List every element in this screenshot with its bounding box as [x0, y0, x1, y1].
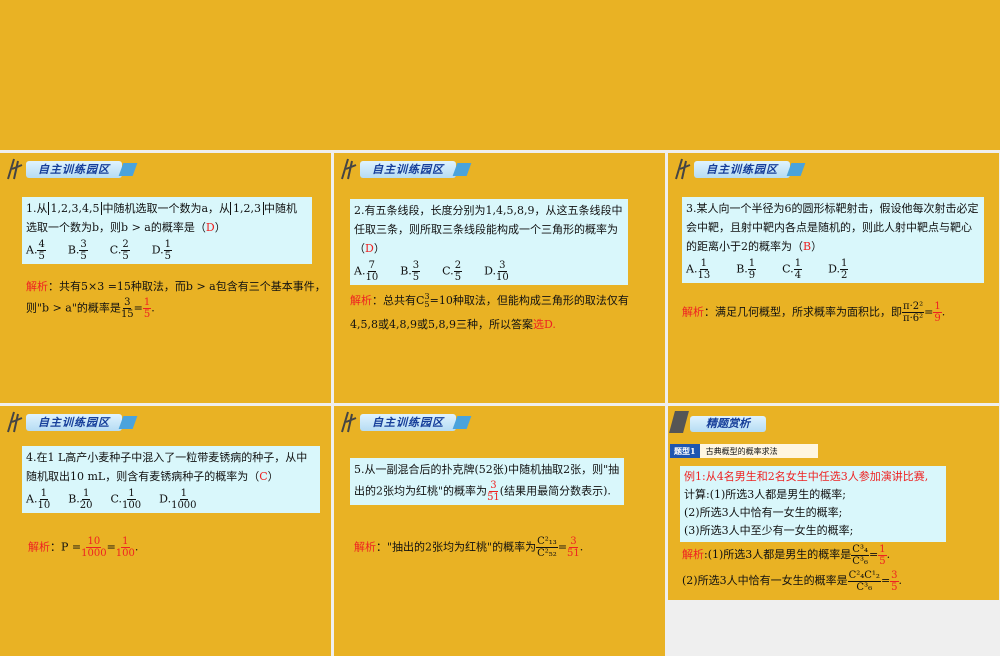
header-label: 自主训练园区 — [26, 414, 122, 431]
option-a[interactable]: A. 1 10 — [26, 488, 50, 511]
question-box: 4.在1 L高产小麦种子中混入了一粒带麦锈病的种子，从中随机取出10 mL，则含… — [22, 446, 320, 513]
plant-icon — [7, 411, 23, 433]
answer-blank: 3 51 — [487, 480, 500, 503]
slide-header: 自主训练园区 — [672, 155, 822, 181]
slide-2[interactable]: 自主训练园区 2.有五条线段，长度分别为1,4,5,8,9，从这五条线段中任取三… — [334, 153, 665, 403]
option-b[interactable]: B. 1 20 — [68, 488, 92, 511]
solution: 解析：满足几何概型，所求概率为面积比，即 π·2² π·6² = 1 9. — [682, 301, 946, 324]
header-tail — [118, 163, 138, 176]
example-ask: (2)所选3人中恰有一女生的概率; — [684, 506, 843, 519]
slide-5[interactable]: 自主训练园区 5.从一副混合后的扑克牌(52张)中随机抽取2张，则"抽出的2张均… — [334, 406, 665, 656]
answer: B — [803, 240, 812, 253]
plant-icon — [341, 158, 357, 180]
example-box: 例1:从4名男生和2名女生中任选3人参加演讲比赛, 计算:(1)所选3人都是男生… — [680, 466, 946, 542]
header-tail — [786, 163, 806, 176]
question-box: 1.从 1,2,3,4,5 中随机选取一个数为a，从 1,2,3 中随机选取一个数为b，… — [22, 197, 312, 264]
question-text: ） — [214, 221, 226, 234]
solution-text: ：共有5×3 =15种取法，而b > a包含有三个基本事件， — [48, 280, 326, 293]
slide-header: 精题赏析 — [669, 408, 820, 438]
option-d[interactable]: D. 3 10 — [484, 260, 509, 283]
topic-text: 古典概型的概率求法 — [705, 447, 778, 456]
question-box: 5.从一副混合后的扑克牌(52张)中随机抽取2张，则"抽出的2张均为红桃"的概率… — [350, 458, 624, 505]
option-b[interactable]: B. 3 5 — [68, 239, 88, 262]
slide-1[interactable]: 自主训练园区 1.从 1,2,3,4,5 中随机选取一个数为a，从 1,2,3 中随机选… — [0, 153, 331, 403]
options: A. 7 10 B. 3 5 C. 2 5 D. 3 10 — [354, 260, 624, 283]
option-a[interactable]: A. 4 5 — [26, 239, 46, 262]
option-c[interactable]: C. 2 5 — [442, 260, 463, 283]
book-icon — [669, 411, 689, 433]
set-1: 1,2,3,4,5 — [47, 202, 103, 215]
option-b[interactable]: B. 3 5 — [400, 260, 421, 283]
option-a[interactable]: A. 7 10 — [354, 260, 378, 283]
option-d[interactable]: D. 1 1000 — [159, 488, 196, 511]
solution: 解析："抽出的2张均为红桃"的概率为 C²₁₃ C²₅₂ = 3 51. — [354, 536, 584, 559]
header-tail — [452, 416, 472, 429]
top-blank-area — [0, 0, 1000, 150]
solution: 解析：总共有C53=10种取法，但能构成三角形的取法仅有 4,5,8或4,8,9… — [350, 292, 629, 331]
question-text: 3.某人向一个半径为6的圆形标靶射击，假设他每次射击必定会中靶，且射中靶内各点是… — [686, 202, 979, 253]
header-label: 自主训练园区 — [694, 161, 790, 178]
solution-text: 则"b > a"的概率是 — [26, 301, 121, 315]
plant-icon — [675, 158, 691, 180]
solution: 解析：共有5×3 =15种取法，而b > a包含有三个基本事件， 则"b > a… — [26, 280, 326, 320]
header-label: 自主训练园区 — [26, 161, 122, 178]
header-label: 精题赏析 — [690, 416, 766, 432]
example-ask: 计算:(1)所选3人都是男生的概率; — [684, 488, 846, 501]
header-label: 自主训练园区 — [360, 414, 456, 431]
option-a[interactable]: A. 1 13 — [686, 258, 710, 281]
question-text: (结果用最简分数表示). — [499, 484, 611, 498]
example-text: 例1:从4名男生和2名女生中任选3人参加演讲比赛, — [684, 470, 929, 483]
topic-bar: 题型1 古典概型的概率求法 — [670, 444, 818, 458]
plant-icon — [7, 158, 23, 180]
question-text: 2.有五条线段，长度分别为1,4,5,8,9，从这五条线段中任取三条，则所取三条… — [354, 204, 623, 255]
set-2: 1,2,3 — [230, 202, 265, 215]
slide-6[interactable]: 精题赏析 题型1 古典概型的概率求法 例1:从4名男生和2名女生中任选3人参加演讲… — [668, 406, 999, 600]
header-label: 自主训练园区 — [360, 161, 456, 178]
solution-label: 解析 — [26, 280, 48, 293]
header-tail — [452, 163, 472, 176]
example-ask: (3)所选3人中至少有一女生的概率; — [684, 524, 854, 537]
header-tail — [118, 416, 138, 429]
question-box: 2.有五条线段，长度分别为1,4,5,8,9，从这五条线段中任取三条，则所取三条… — [350, 199, 628, 285]
option-d[interactable]: D. 1 5 — [152, 239, 173, 262]
option-c[interactable]: C. 2 5 — [110, 239, 130, 262]
plant-icon — [341, 411, 357, 433]
answer: D — [365, 242, 374, 255]
slide-4[interactable]: 自主训练园区 4.在1 L高产小麦种子中混入了一粒带麦锈病的种子，从中随机取出1… — [0, 406, 331, 656]
solution: 解析：P = 10 1000 = 1 100. — [28, 536, 139, 559]
options: A. 4 5 B. 3 5 C. 2 5 D. 1 5 — [26, 239, 308, 262]
slide-3[interactable]: 自主训练园区 3.某人向一个半径为6的圆形标靶射击，假设他每次射击必定会中靶，且… — [668, 153, 999, 403]
options: A. 1 10 B. 1 20 C. 1 100 D. 1 1000 — [26, 488, 316, 511]
option-d[interactable]: D. 1 2 — [828, 258, 849, 281]
slide-header: 自主训练园区 — [338, 155, 488, 181]
slide-header: 自主训练园区 — [4, 408, 154, 434]
option-b[interactable]: B. 1 9 — [736, 258, 757, 281]
options: A. 1 13 B. 1 9 C. 1 4 D. 1 2 — [686, 258, 980, 281]
slide-header: 自主训练园区 — [338, 408, 488, 434]
answer: C — [259, 470, 268, 483]
slide-header: 自主训练园区 — [4, 155, 154, 181]
question-text: 1.从 — [26, 202, 48, 215]
answer: D — [205, 221, 215, 234]
topic-tag: 题型1 — [670, 444, 700, 458]
option-c[interactable]: C. 1 100 — [111, 488, 142, 511]
solution: 解析:(1)所选3人都是男生的概率是 C³₄ C³₆ = 1 5. (2)所选3人中恰有一… — [682, 543, 903, 593]
question-text: 中随机选取一个数为a，从 — [102, 202, 231, 215]
question-box: 3.某人向一个半径为6的圆形标靶射击，假设他每次射击必定会中靶，且射中靶内各点是… — [682, 197, 984, 283]
option-c[interactable]: C. 1 4 — [782, 258, 803, 281]
